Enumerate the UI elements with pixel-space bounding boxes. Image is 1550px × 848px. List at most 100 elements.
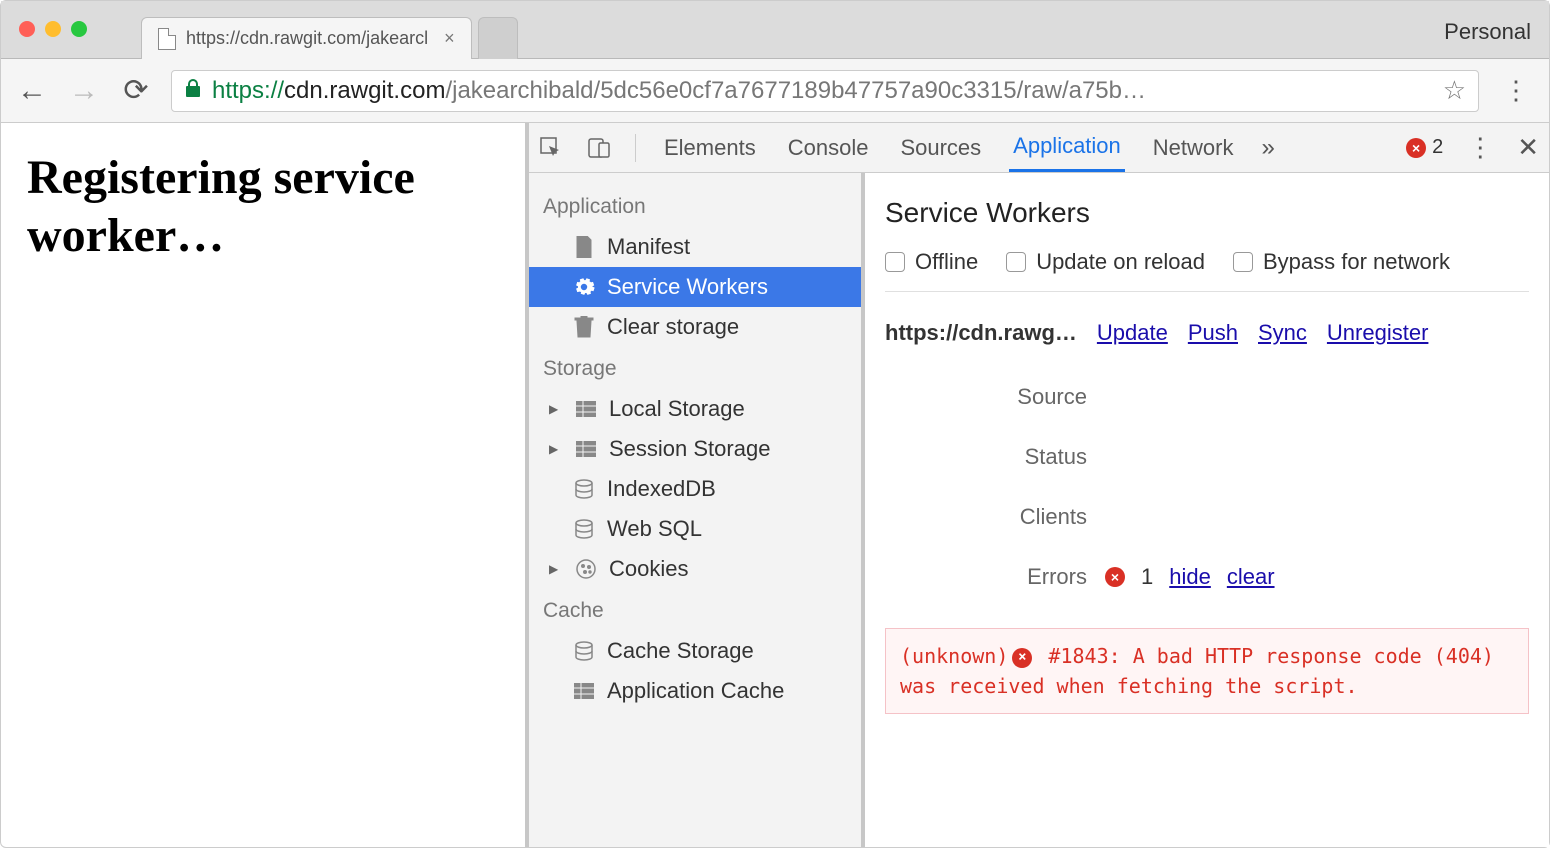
url-text: https://cdn.rawgit.com/jakearchibald/5dc… <box>212 77 1433 105</box>
service-worker-options: Offline Update on reload Bypass for netw… <box>885 243 1529 292</box>
error-source: (unknown) <box>900 644 1008 668</box>
back-button[interactable]: ← <box>15 74 49 108</box>
unregister-link[interactable]: Unregister <box>1327 320 1428 346</box>
browser-toolbar: ← → ⟳ https://cdn.rawgit.com/jakearchiba… <box>1 59 1549 123</box>
row-label: Errors <box>885 564 1105 590</box>
sidebar-item-websql[interactable]: Web SQL <box>529 509 861 549</box>
reload-button[interactable]: ⟳ <box>119 73 153 108</box>
page-heading: Registering service worker… <box>27 149 499 264</box>
trash-icon <box>573 316 595 338</box>
devtools-sidebar: Application Manifest Service Workers Cle… <box>529 173 865 847</box>
minimize-window-button[interactable] <box>45 21 61 37</box>
error-icon: × <box>1406 138 1426 158</box>
sidebar-item-cookies[interactable]: ▶ Cookies <box>529 549 861 589</box>
status-row: Status <box>885 434 1529 480</box>
sidebar-item-local-storage[interactable]: ▶ Local Storage <box>529 389 861 429</box>
more-tabs-icon[interactable]: » <box>1261 134 1274 162</box>
devtools-tab-application[interactable]: Application <box>1009 123 1125 172</box>
cookie-icon <box>575 559 597 579</box>
service-workers-title: Service Workers <box>885 197 1529 229</box>
error-icon: × <box>1012 648 1032 668</box>
address-bar[interactable]: https://cdn.rawgit.com/jakearchibald/5dc… <box>171 70 1479 112</box>
chevron-right-icon: ▶ <box>549 562 561 576</box>
devtools-tab-console[interactable]: Console <box>784 123 873 172</box>
clients-row: Clients <box>885 494 1529 540</box>
sidebar-item-label: Session Storage <box>609 436 770 462</box>
sidebar-item-service-workers[interactable]: Service Workers <box>529 267 861 307</box>
devtools-main-pane: Service Workers Offline Update on reload… <box>865 173 1549 847</box>
error-count: 1 <box>1141 564 1153 590</box>
update-on-reload-checkbox[interactable]: Update on reload <box>1006 249 1205 275</box>
error-message-box: (unknown)× #1843: A bad HTTP response co… <box>885 628 1529 714</box>
sidebar-item-label: Local Storage <box>609 396 745 422</box>
sidebar-item-cache-storage[interactable]: Cache Storage <box>529 631 861 671</box>
gear-icon <box>573 276 595 298</box>
error-icon: × <box>1105 567 1125 587</box>
sidebar-item-label: Application Cache <box>607 678 784 704</box>
hide-link[interactable]: hide <box>1169 564 1211 590</box>
page-icon <box>573 236 595 258</box>
sidebar-item-label: Service Workers <box>607 274 768 300</box>
tab-strip: https://cdn.rawgit.com/jakearcl × <box>141 1 518 58</box>
database-icon <box>573 641 595 661</box>
sidebar-item-label: Manifest <box>607 234 690 260</box>
tab-title: https://cdn.rawgit.com/jakearcl <box>186 28 428 49</box>
errors-row: Errors × 1 hide clear <box>885 554 1529 600</box>
scope-label: https://cdn.rawg… <box>885 320 1077 346</box>
profile-label[interactable]: Personal <box>1444 19 1531 45</box>
browser-menu-icon[interactable]: ⋮ <box>1497 75 1535 106</box>
new-tab-placeholder[interactable] <box>478 17 518 59</box>
sidebar-item-indexeddb[interactable]: IndexedDB <box>529 469 861 509</box>
database-icon <box>573 519 595 539</box>
devtools-menu-icon[interactable]: ⋮ <box>1467 132 1493 163</box>
sidebar-section-cache: Cache <box>529 589 861 631</box>
offline-checkbox[interactable]: Offline <box>885 249 978 275</box>
update-link[interactable]: Update <box>1097 320 1168 346</box>
sidebar-item-label: IndexedDB <box>607 476 716 502</box>
browser-tab-active[interactable]: https://cdn.rawgit.com/jakearcl × <box>141 17 472 59</box>
clear-link[interactable]: clear <box>1227 564 1275 590</box>
bypass-for-network-checkbox[interactable]: Bypass for network <box>1233 249 1450 275</box>
window-title-bar: https://cdn.rawgit.com/jakearcl × Person… <box>1 1 1549 59</box>
chevron-right-icon: ▶ <box>549 402 561 416</box>
push-link[interactable]: Push <box>1188 320 1238 346</box>
devtools-close-icon[interactable]: ✕ <box>1517 132 1539 163</box>
checkbox-label: Bypass for network <box>1263 249 1450 275</box>
chevron-right-icon: ▶ <box>549 442 561 456</box>
devtools-tab-elements[interactable]: Elements <box>660 123 760 172</box>
inspect-element-icon[interactable] <box>539 136 563 160</box>
sidebar-item-application-cache[interactable]: Application Cache <box>529 671 861 711</box>
page-icon <box>158 28 176 50</box>
sidebar-item-clear-storage[interactable]: Clear storage <box>529 307 861 347</box>
sidebar-item-manifest[interactable]: Manifest <box>529 227 861 267</box>
traffic-lights <box>19 21 87 37</box>
page-content: Registering service worker… <box>1 123 525 847</box>
row-label: Status <box>885 444 1105 470</box>
source-row: Source <box>885 374 1529 420</box>
devtools-panel: Elements Console Sources Application Net… <box>525 123 1549 847</box>
checkbox-label: Offline <box>915 249 978 275</box>
sidebar-item-session-storage[interactable]: ▶ Session Storage <box>529 429 861 469</box>
bookmark-star-icon[interactable]: ☆ <box>1443 75 1466 106</box>
device-toolbar-icon[interactable] <box>587 136 611 160</box>
sidebar-item-label: Cache Storage <box>607 638 754 664</box>
grid-icon <box>573 683 595 699</box>
maximize-window-button[interactable] <box>71 21 87 37</box>
sidebar-section-application: Application <box>529 185 861 227</box>
grid-icon <box>575 441 597 457</box>
forward-button: → <box>67 74 101 108</box>
sidebar-section-storage: Storage <box>529 347 861 389</box>
row-label: Source <box>885 384 1105 410</box>
service-worker-scope-row: https://cdn.rawg… Update Push Sync Unreg… <box>885 306 1529 360</box>
close-window-button[interactable] <box>19 21 35 37</box>
devtools-tab-sources[interactable]: Sources <box>896 123 985 172</box>
grid-icon <box>575 401 597 417</box>
checkbox-label: Update on reload <box>1036 249 1205 275</box>
sidebar-item-label: Clear storage <box>607 314 739 340</box>
row-label: Clients <box>885 504 1105 530</box>
devtools-error-indicator[interactable]: × 2 <box>1406 136 1443 159</box>
devtools-tab-network[interactable]: Network <box>1149 123 1238 172</box>
sync-link[interactable]: Sync <box>1258 320 1307 346</box>
close-tab-icon[interactable]: × <box>444 28 455 49</box>
lock-icon <box>184 78 202 104</box>
